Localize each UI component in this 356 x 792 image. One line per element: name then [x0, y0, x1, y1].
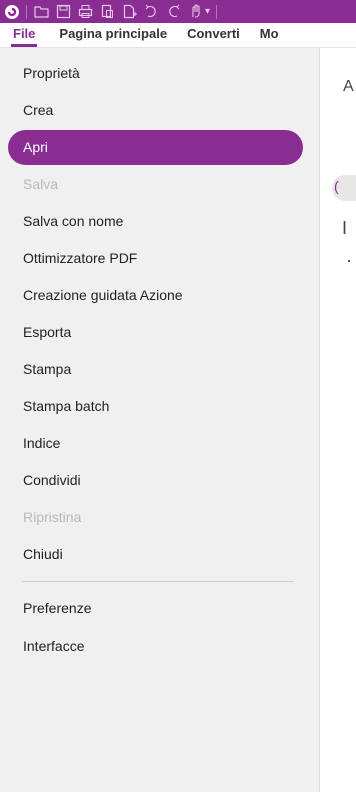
- menu-item-proprieta[interactable]: Proprietà: [0, 55, 320, 92]
- content-text-fragment: I: [342, 218, 348, 238]
- menu-item-indice[interactable]: Indice: [0, 425, 320, 462]
- menu-item-interfacce[interactable]: Interfacce: [0, 628, 320, 665]
- toolbar-separator: [216, 4, 218, 19]
- menu-item-salva-con-nome[interactable]: Salva con nome: [0, 203, 320, 240]
- content-toggle-fragment[interactable]: (: [332, 175, 356, 201]
- menu-item-apri[interactable]: Apri: [8, 130, 303, 165]
- file-menu: Proprietà Crea Apri Salva Salva con nome…: [0, 48, 320, 792]
- content-bullet-fragment: ·: [346, 250, 352, 270]
- tab-file[interactable]: File: [0, 26, 49, 47]
- backstage-content-panel: A ( I ·: [320, 48, 356, 792]
- redo-icon[interactable]: [165, 3, 182, 20]
- undo-icon[interactable]: [143, 3, 160, 20]
- menu-item-creazione-guidata-azione[interactable]: Creazione guidata Azione: [0, 277, 320, 314]
- menu-item-esporta[interactable]: Esporta: [0, 314, 320, 351]
- app-logo-icon[interactable]: [4, 4, 20, 20]
- hand-tool-dropdown-chevron[interactable]: ▾: [205, 6, 210, 17]
- menu-divider: [22, 581, 294, 582]
- content-heading-fragment: A: [343, 78, 354, 95]
- tab-partial[interactable]: Mo: [250, 26, 289, 47]
- menu-item-stampa[interactable]: Stampa: [0, 351, 320, 388]
- tab-converti[interactable]: Converti: [177, 26, 250, 47]
- ribbon-tabs: File Pagina principale Converti Mo: [0, 23, 356, 48]
- menu-item-ottimizzatore-pdf[interactable]: Ottimizzatore PDF: [0, 240, 320, 277]
- create-pdf-icon[interactable]: [99, 3, 116, 20]
- quick-access-toolbar: ▾: [0, 0, 356, 23]
- print-icon[interactable]: [77, 3, 94, 20]
- hand-tool-icon[interactable]: [187, 3, 204, 20]
- menu-item-preferenze[interactable]: Preferenze: [0, 590, 320, 627]
- menu-item-chiudi[interactable]: Chiudi: [0, 536, 320, 573]
- save-icon[interactable]: [55, 3, 72, 20]
- new-page-icon[interactable]: [121, 3, 138, 20]
- toolbar-separator: [26, 4, 27, 19]
- content-pill-text: (: [334, 178, 339, 194]
- menu-item-salva: Salva: [23, 176, 59, 192]
- tab-pagina-principale[interactable]: Pagina principale: [49, 26, 177, 47]
- open-folder-icon[interactable]: [33, 3, 50, 20]
- menu-item-condividi[interactable]: Condividi: [0, 462, 320, 499]
- menu-item-stampa-batch[interactable]: Stampa batch: [0, 388, 320, 425]
- menu-item-ripristina: Ripristina: [23, 509, 82, 525]
- menu-item-crea[interactable]: Crea: [0, 92, 320, 129]
